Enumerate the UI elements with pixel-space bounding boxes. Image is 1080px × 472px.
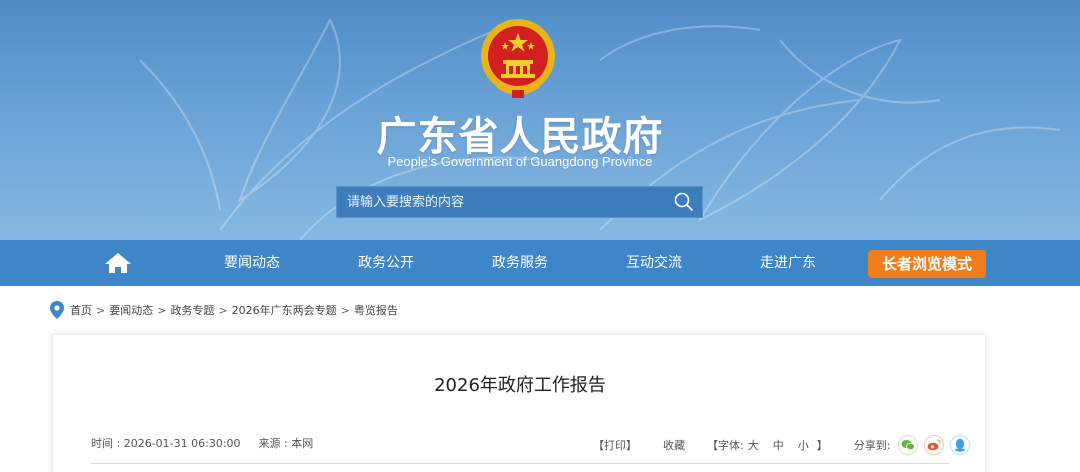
breadcrumb-two-sessions[interactable]: 2026年广东两会专题 bbox=[232, 302, 337, 318]
wechat-share-button[interactable] bbox=[898, 435, 919, 455]
search-input[interactable] bbox=[337, 187, 666, 217]
location-pin-icon bbox=[50, 301, 64, 319]
search-icon bbox=[674, 192, 693, 211]
qq-icon bbox=[955, 438, 966, 452]
font-size-close: 】 bbox=[816, 439, 828, 452]
share-label: 分享到: bbox=[853, 439, 891, 452]
qq-share-button[interactable] bbox=[950, 435, 971, 455]
article-tools: 【打印】 收藏 【字体: 大 中 小 】 分享到: bbox=[593, 435, 971, 455]
nav-item-interaction[interactable]: 互动交流 bbox=[614, 240, 694, 286]
search-bar bbox=[336, 186, 703, 218]
article-meta: 时间 : 2026-01-31 06:30:00 来源 : 本网 bbox=[91, 435, 313, 451]
share-icons bbox=[898, 435, 971, 455]
font-small-button[interactable]: 小 bbox=[798, 437, 809, 453]
font-medium-button[interactable]: 中 bbox=[773, 437, 784, 453]
article-card: 2026年政府工作报告 时间 : 2026-01-31 06:30:00 来源 … bbox=[52, 334, 986, 472]
breadcrumb-separator: > bbox=[96, 303, 106, 317]
breadcrumb-separator: > bbox=[157, 303, 167, 317]
site-subtitle: People’s Government of Guangdong Provinc… bbox=[387, 154, 653, 169]
breadcrumb: 首页 > 要闻动态 > 政务专题 > 2026年广东两会专题 > 粤览报告 bbox=[50, 300, 398, 320]
print-button[interactable]: 【打印】 bbox=[593, 437, 637, 453]
breadcrumb-news[interactable]: 要闻动态 bbox=[109, 302, 153, 318]
weibo-share-button[interactable] bbox=[924, 435, 945, 455]
search-button[interactable] bbox=[666, 187, 702, 217]
breadcrumb-home[interactable]: 首页 bbox=[70, 302, 92, 318]
font-size-label: 【字体: bbox=[707, 439, 744, 452]
wechat-icon bbox=[901, 440, 916, 451]
article-title: 2026年政府工作报告 bbox=[434, 375, 606, 396]
favorite-button[interactable]: 收藏 bbox=[663, 437, 685, 453]
divider bbox=[91, 463, 949, 464]
nav-item-about-guangdong[interactable]: 走进广东 bbox=[748, 240, 828, 286]
breadcrumb-topics[interactable]: 政务专题 bbox=[170, 302, 214, 318]
breadcrumb-separator: > bbox=[218, 303, 228, 317]
nav-item-gov-affairs-open[interactable]: 政务公开 bbox=[346, 240, 426, 286]
home-icon[interactable] bbox=[104, 252, 132, 274]
publish-time: 时间 : 2026-01-31 06:30:00 bbox=[91, 437, 241, 450]
nav-item-news[interactable]: 要闻动态 bbox=[212, 240, 292, 286]
article-source: 来源 : 本网 bbox=[258, 437, 314, 450]
elder-mode-button[interactable]: 长者浏览模式 bbox=[868, 250, 986, 278]
breadcrumb-separator: > bbox=[340, 303, 350, 317]
font-large-button[interactable]: 大 bbox=[748, 437, 759, 453]
breadcrumb-report[interactable]: 粤览报告 bbox=[354, 302, 398, 318]
header-banner: 广东省人民政府 People’s Government of Guangdong… bbox=[0, 0, 1080, 240]
weibo-icon bbox=[927, 439, 942, 451]
national-emblem-icon bbox=[481, 19, 555, 98]
nav-item-gov-services[interactable]: 政务服务 bbox=[480, 240, 560, 286]
